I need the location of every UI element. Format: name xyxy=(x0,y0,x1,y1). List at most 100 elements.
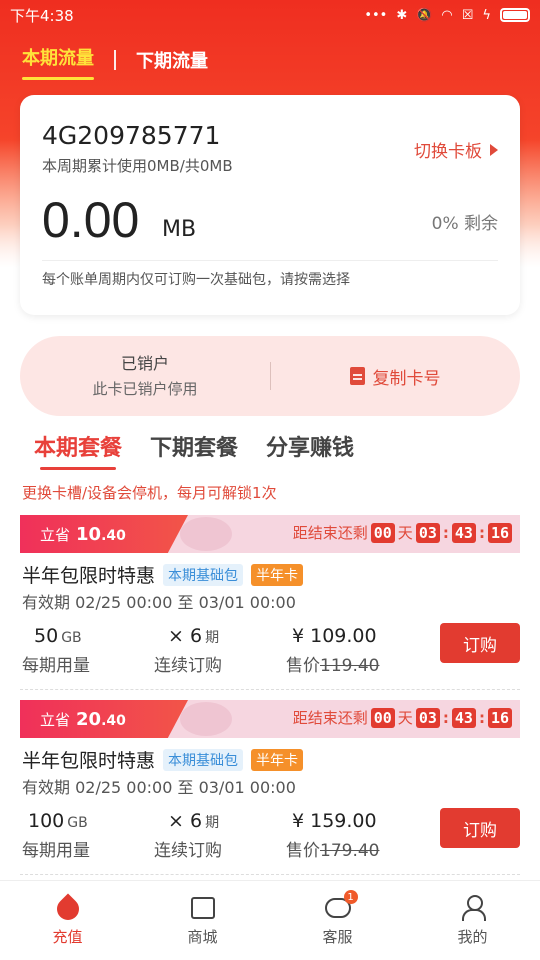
periods: × 6期 xyxy=(168,625,222,647)
countdown-day-unit: 天 xyxy=(397,709,413,727)
account-status: 已销户 xyxy=(120,354,169,373)
offer-banner: 立省 10.40 距结束还剩 00 天 03 : 43 : 16 xyxy=(20,515,520,553)
price-col: ¥ 109.00 售价119.40 xyxy=(286,625,380,676)
countdown-hours: 03 xyxy=(415,707,440,728)
document-icon xyxy=(349,367,365,385)
data-value: 100 xyxy=(28,810,65,832)
offer-banner: 立省 20.40 距结束还剩 00 天 03 : 43 : 16 xyxy=(20,700,520,738)
save-int: 10 xyxy=(76,523,102,545)
periods-label: 连续订购 xyxy=(154,841,222,861)
tab-profile[interactable]: 我的 xyxy=(405,881,540,960)
tab-service-label: 客服 xyxy=(322,928,353,946)
bottom-tab-bar: 充值 商城 1 客服 我的 xyxy=(0,880,540,960)
data-amount: 50 GB xyxy=(34,625,90,647)
app-root: 下午4:38 ••• ✱ 🔕 ◠ ☒ ϟ 本期流量 下期流量 4G2097857… xyxy=(0,0,540,960)
recharge-drop-icon xyxy=(51,893,84,925)
switch-card-label: 切换卡板 xyxy=(414,142,482,162)
save-prefix: 立省 xyxy=(40,525,71,544)
notification-badge: 1 xyxy=(343,890,358,904)
flow-period-tabs: 本期流量 下期流量 xyxy=(22,44,208,80)
account-status-desc: 此卡已销户停用 xyxy=(92,380,198,398)
save-amount: 10.40 xyxy=(76,524,126,545)
tab-mall-label: 商城 xyxy=(187,928,218,946)
periods-unit: 期 xyxy=(205,815,220,831)
sim-error-icon: ☒ xyxy=(461,7,474,23)
original-price: 119.40 xyxy=(320,656,380,676)
offer-divider xyxy=(20,689,520,690)
data-label: 每期用量 xyxy=(22,841,90,861)
tab-next-package[interactable]: 下期套餐 xyxy=(150,430,238,462)
buy-button[interactable]: 订购 xyxy=(440,808,520,848)
offer-title-row: 半年包限时特惠 本期基础包 半年卡 xyxy=(22,561,304,588)
mascot-icon xyxy=(180,702,232,736)
card-divider xyxy=(42,260,498,261)
profile-icon xyxy=(459,894,487,922)
countdown-minutes: 43 xyxy=(451,707,476,728)
data-value: 50 xyxy=(34,625,59,647)
data-amount-col: 50 GB 每期用量 xyxy=(22,625,90,676)
periods-col: × 6期 连续订购 xyxy=(154,625,222,676)
flow-card: 4G209785771 本周期累计使用0MB/共0MB 切换卡板 0.00 MB… xyxy=(20,95,520,315)
package-tabs: 本期套餐 下期套餐 分享赚钱 xyxy=(34,430,354,470)
countdown-seconds: 16 xyxy=(487,522,512,543)
countdown-days: 00 xyxy=(370,522,395,543)
tab-next-flow[interactable]: 下期流量 xyxy=(136,47,208,73)
offer-title: 半年包限时特惠 xyxy=(22,565,156,587)
periods-count: × 6 xyxy=(168,625,203,647)
data-amount: 100 GB xyxy=(28,810,90,832)
tab-share-earn[interactable]: 分享赚钱 xyxy=(266,430,354,462)
tab-service[interactable]: 1 客服 xyxy=(270,881,405,960)
countdown-sep: : xyxy=(442,708,449,727)
tab-current-package[interactable]: 本期套餐 xyxy=(34,430,122,470)
status-icons: ••• ✱ 🔕 ◠ ☒ ϟ xyxy=(364,8,530,23)
tag-base-package: 本期基础包 xyxy=(163,563,244,586)
original-price-row: 售价179.40 xyxy=(286,836,379,861)
periods: × 6期 xyxy=(168,810,222,832)
charging-icon: ϟ xyxy=(482,7,491,23)
tab-current-flow[interactable]: 本期流量 xyxy=(22,44,94,80)
periods-count: × 6 xyxy=(168,810,203,832)
countdown-sep: : xyxy=(442,523,449,542)
buy-button[interactable]: 订购 xyxy=(440,623,520,663)
save-dec: .40 xyxy=(101,712,126,729)
copy-card-number-label: 复制卡号 xyxy=(372,368,441,389)
status-bar: 下午4:38 ••• ✱ 🔕 ◠ ☒ ϟ xyxy=(0,0,540,30)
tab-mall[interactable]: 商城 xyxy=(135,881,270,960)
countdown-days: 00 xyxy=(370,707,395,728)
card-note: 每个账单周期内仅可订购一次基础包，请按需选择 xyxy=(42,272,350,288)
data-unit: GB xyxy=(61,630,82,646)
service-chat-icon: 1 xyxy=(324,890,358,922)
countdown-label: 距结束还剩 xyxy=(292,709,368,727)
save-amount: 20.40 xyxy=(76,709,126,730)
save-badge: 立省 10.40 xyxy=(20,515,188,553)
countdown-sep: : xyxy=(478,523,485,542)
countdown-sep: : xyxy=(478,708,485,727)
switch-card-button[interactable]: 切换卡板 xyxy=(414,137,498,162)
save-badge: 立省 20.40 xyxy=(20,700,188,738)
save-prefix: 立省 xyxy=(40,710,71,729)
countdown-hours: 03 xyxy=(415,522,440,543)
original-price: 179.40 xyxy=(320,841,380,861)
save-int: 20 xyxy=(76,708,102,730)
offer-card: 立省 10.40 距结束还剩 00 天 03 : 43 : 16 半年包限时特惠… xyxy=(20,515,520,695)
save-dec: .40 xyxy=(101,527,126,544)
copy-card-number-button[interactable]: 复制卡号 xyxy=(270,336,520,416)
remaining-unit: MB xyxy=(162,217,197,242)
offer-title-row: 半年包限时特惠 本期基础包 半年卡 xyxy=(22,746,304,773)
offer-card: 立省 20.40 距结束还剩 00 天 03 : 43 : 16 半年包限时特惠… xyxy=(20,700,520,880)
tab-recharge[interactable]: 充值 xyxy=(0,881,135,960)
offer-validity: 有效期 02/25 00:00 至 03/01 00:00 xyxy=(22,593,296,612)
card-number: 4G209785771 xyxy=(42,121,221,150)
price-label: 售价 xyxy=(286,656,320,676)
card-usage-text: 本周期累计使用0MB/共0MB xyxy=(42,157,233,175)
price: ¥ 159.00 xyxy=(292,810,377,832)
tab-divider xyxy=(114,50,116,70)
countdown-day-unit: 天 xyxy=(397,524,413,542)
price-label: 售价 xyxy=(286,841,320,861)
wifi-icon: ◠ xyxy=(441,7,453,23)
countdown-label: 距结束还剩 xyxy=(292,524,368,542)
countdown-seconds: 16 xyxy=(487,707,512,728)
countdown-timer: 距结束还剩 00 天 03 : 43 : 16 xyxy=(293,707,512,728)
mall-box-icon xyxy=(189,894,217,922)
bluetooth-icon: ✱ xyxy=(396,7,408,23)
